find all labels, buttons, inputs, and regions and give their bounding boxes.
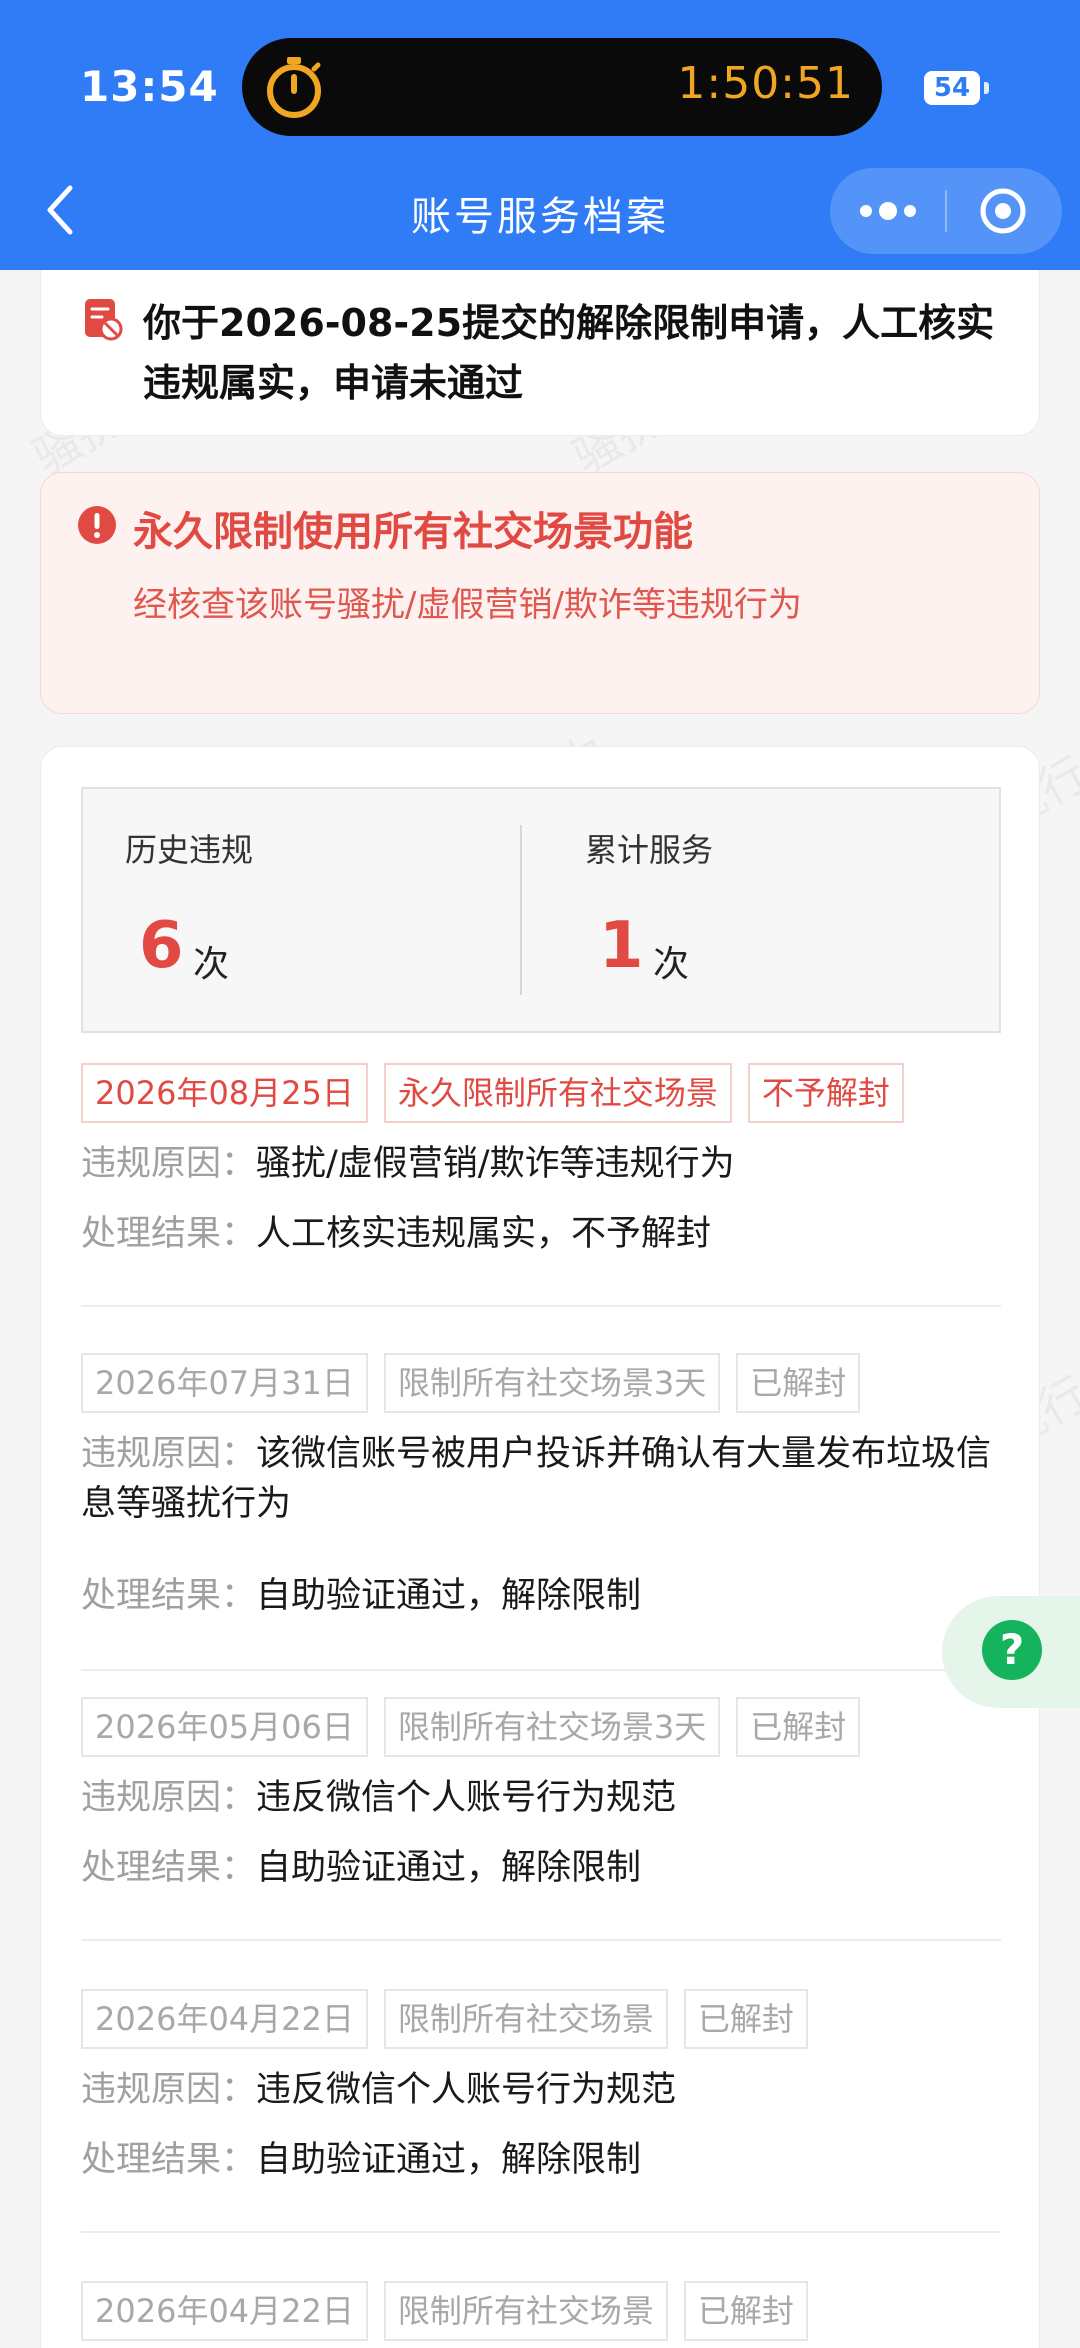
stopwatch-icon: [267, 57, 321, 118]
result-value: 人工核实违规属实，不予解封: [256, 1214, 712, 1254]
stats-divider: [520, 825, 522, 995]
record-tags: 2026年04月22日 限制所有社交场景 已解封: [81, 1989, 824, 2049]
status-time: 13:54: [80, 62, 219, 111]
alert-description: 经核查该账号骚扰/虚假营销/欺诈等违规行为: [133, 585, 802, 625]
battery-tip: [984, 82, 989, 94]
record-scope-tag: 限制所有社交场景: [383, 1989, 668, 2049]
record-date-tag: 2026年08月25日: [81, 1063, 368, 1123]
more-button[interactable]: [830, 168, 945, 254]
stat-value: 1: [599, 909, 644, 983]
reason-label: 违规原因：: [81, 1778, 257, 1818]
stat-unit: 次: [653, 944, 690, 985]
record-reason: 违规原因：违反微信个人账号行为规范: [81, 2065, 1001, 2115]
appeal-notice-text: 你于2026-08-25提交的解除限制申请，人工核实违规属实，申请未通过: [143, 301, 995, 405]
record-tags: 2026年04月22日 限制所有社交场景 已解封: [81, 2281, 824, 2341]
stats-box: 历史违规 6 次 累计服务 1 次: [81, 787, 1001, 1033]
restriction-alert-card: 永久限制使用所有社交场景功能 经核查该账号骚扰/虚假营销/欺诈等违规行为: [40, 472, 1040, 714]
record-scope-tag: 限制所有社交场景3天: [383, 1697, 721, 1757]
record-status-tag: 不予解封: [747, 1063, 904, 1123]
close-target-button[interactable]: [947, 168, 1062, 254]
record-divider: [81, 1939, 1001, 1941]
record-scope-tag: 限制所有社交场景: [383, 2281, 668, 2341]
record-result: 处理结果：人工核实违规属实，不予解封: [81, 1209, 1001, 1259]
result-label: 处理结果：: [81, 1848, 257, 1888]
result-value: 自助验证通过，解除限制: [256, 1848, 642, 1888]
result-value: 自助验证通过，解除限制: [256, 1576, 642, 1616]
record-tags: 2026年05月06日 限制所有社交场景3天 已解封: [81, 1697, 876, 1757]
help-button[interactable]: ?: [942, 1596, 1080, 1708]
record-scope-tag: 永久限制所有社交场景: [383, 1063, 732, 1123]
record-reason: 违规原因：违反微信个人账号行为规范: [81, 1773, 1001, 1823]
appeal-notice-card: 你于2026-08-25提交的解除限制申请，人工核实违规属实，申请未通过: [40, 270, 1040, 436]
record-divider: [81, 1305, 1001, 1307]
violation-record[interactable]: 2026年08月25日 永久限制所有社交场景 不予解封 违规原因：骚扰/虚假营销/欺…: [81, 1063, 1001, 1333]
record-reason: 违规原因：该微信账号被用户投诉并确认有大量发布垃圾信息等骚扰行为: [81, 1429, 1001, 1529]
record-scope-tag: 限制所有社交场景3天: [383, 1353, 721, 1413]
content-area[interactable]: 骚扰/虚假营销/欺诈等违规行为 骚扰/虚假营销/欺诈等违规行为 骚扰/虚假营销/…: [0, 270, 1080, 2348]
result-label: 处理结果：: [81, 1214, 257, 1254]
record-tags: 2026年08月25日 永久限制所有社交场景 不予解封: [81, 1063, 920, 1123]
record-result: 处理结果：自助验证通过，解除限制: [81, 2135, 1001, 2185]
reason-value: 违反微信个人账号行为规范: [256, 1778, 677, 1818]
history-violations-stat: 历史违规 6 次: [83, 789, 543, 1035]
record-date-tag: 2026年07月31日: [81, 1353, 368, 1413]
stat-label: 累计服务: [585, 831, 714, 869]
reason-label: 违规原因：: [81, 1144, 257, 1184]
record-tags: 2026年07月31日 限制所有社交场景3天 已解封: [81, 1353, 876, 1413]
violation-record[interactable]: 2026年07月31日 限制所有社交场景3天 已解封 违规原因：该微信账号被用户投诉…: [81, 1353, 1001, 1693]
reason-label: 违规原因：: [81, 2070, 257, 2110]
result-value: 自助验证通过，解除限制: [256, 2140, 642, 2180]
record-status-tag: 已解封: [683, 2281, 808, 2341]
stat-value: 6: [139, 909, 184, 983]
record-divider: [81, 2231, 1001, 2233]
record-result: 处理结果：自助验证通过，解除限制: [81, 1843, 1001, 1893]
reason-value: 违反微信个人账号行为规范: [256, 2070, 677, 2110]
violation-record[interactable]: 2026年04月22日 限制所有社交场景 已解封: [81, 2281, 1001, 2348]
violation-history-card: 历史违规 6 次 累计服务 1 次 2026年08月25日 永久限制所有社交场景不…: [40, 746, 1040, 2348]
violation-record[interactable]: 2026年04月22日 限制所有社交场景 已解封 违规原因：违反微信个人账号行为规范…: [81, 1989, 1001, 2259]
reason-label: 违规原因：: [81, 1434, 257, 1474]
record-reason: 违规原因：骚扰/虚假营销/欺诈等违规行为: [81, 1139, 1001, 1189]
total-services-stat: 累计服务 1 次: [543, 789, 1003, 1035]
mini-program-capsule: [830, 168, 1062, 254]
document-blocked-icon: [85, 299, 123, 341]
record-result: 处理结果：自助验证通过，解除限制: [81, 1571, 1001, 1621]
record-status-tag: 已解封: [736, 1697, 861, 1757]
alert-title: 永久限制使用所有社交场景功能: [133, 509, 693, 555]
record-date-tag: 2026年05月06日: [81, 1697, 368, 1757]
record-divider: [81, 1669, 1001, 1671]
stat-unit: 次: [193, 944, 230, 985]
violation-record[interactable]: 2026年05月06日 限制所有社交场景3天 已解封 违规原因：违反微信个人账号行为…: [81, 1697, 1001, 1967]
dynamic-island[interactable]: 1:50:51: [242, 38, 882, 136]
record-status-tag: 已解封: [683, 1989, 808, 2049]
record-date-tag: 2026年04月22日: [81, 2281, 368, 2341]
exclamation-icon: [78, 506, 116, 544]
top-bar: 13:54 1:50:51 54 账号服务档案: [0, 0, 1080, 270]
timer-value: 1:50:51: [677, 58, 854, 109]
question-icon: ?: [982, 1620, 1042, 1680]
battery-indicator: 54: [924, 71, 980, 105]
result-label: 处理结果：: [81, 2140, 257, 2180]
record-status-tag: 已解封: [736, 1353, 861, 1413]
record-date-tag: 2026年04月22日: [81, 1989, 368, 2049]
result-label: 处理结果：: [81, 1576, 257, 1616]
stat-label: 历史违规: [125, 831, 254, 869]
reason-value: 骚扰/虚假营销/欺诈等违规行为: [256, 1144, 735, 1184]
